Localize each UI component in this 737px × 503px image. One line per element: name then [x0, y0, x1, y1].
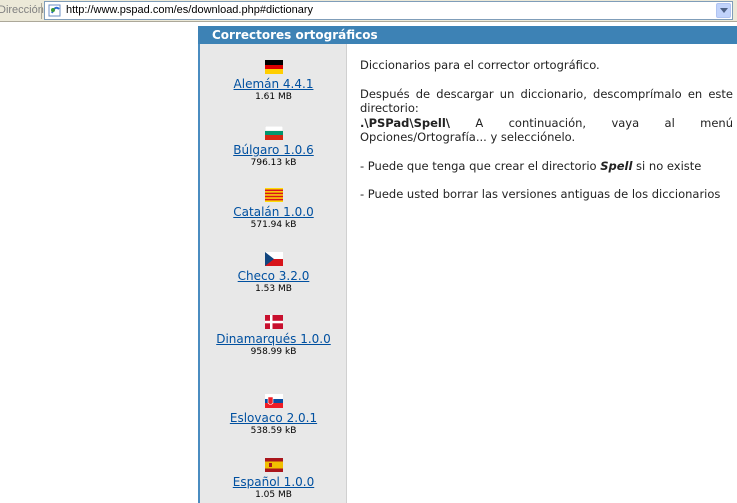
page-icon	[48, 4, 61, 17]
dictionary-size: 1.53 MB	[255, 284, 292, 294]
dictionary-item: Español 1.0.0 1.05 MB	[200, 458, 347, 501]
note1-suffix: si no existe	[632, 158, 702, 173]
dictionary-link[interactable]: Dinamarqués 1.0.0	[200, 332, 347, 346]
section-header: Correctores ortográficos	[198, 26, 737, 44]
address-url[interactable]: http://www.pspad.com/es/download.php#dic…	[66, 4, 313, 16]
dictionary-sidebar: Alemán 4.4.1 1.61 MB Búlgaro 1.0.6 796.1…	[200, 44, 347, 503]
address-label: Dirección	[0, 4, 44, 16]
dictionary-size: 538.59 kB	[250, 426, 297, 436]
note1-prefix: - Puede que tenga que crear el directori…	[360, 158, 601, 173]
dictionary-link[interactable]: Checo 3.2.0	[200, 269, 347, 283]
dictionary-size: 958.99 kB	[250, 347, 297, 357]
catalonia-flag-icon	[264, 188, 283, 202]
note-create-dir: - Puede que tenga que crear el directori…	[360, 159, 733, 174]
dictionary-item: Checo 3.2.0 1.53 MB	[200, 252, 347, 295]
address-separator	[41, 3, 42, 19]
chevron-down-icon	[720, 8, 728, 13]
address-input[interactable]: http://www.pspad.com/es/download.php#dic…	[44, 1, 733, 20]
address-dropdown-button[interactable]	[716, 3, 731, 18]
denmark-flag-icon	[264, 315, 283, 329]
install-instructions: Después de descargar un diccionario, des…	[360, 87, 733, 145]
slovakia-flag-icon	[264, 394, 283, 408]
dictionary-link[interactable]: Catalán 1.0.0	[200, 205, 347, 219]
bulgaria-flag-icon	[264, 126, 283, 140]
note-delete-old: - Puede usted borrar las versiones antig…	[360, 187, 721, 201]
install-path: .\PSPad\Spell\	[360, 115, 450, 130]
dictionary-item: Alemán 4.4.1 1.61 MB	[200, 60, 347, 103]
dictionary-link[interactable]: Alemán 4.4.1	[200, 77, 347, 91]
dictionary-item: Catalán 1.0.0 571.94 kB	[200, 188, 347, 231]
dictionary-size: 571.94 kB	[250, 220, 297, 230]
dictionary-link[interactable]: Búlgaro 1.0.6	[200, 143, 347, 157]
note1-em: Spell	[600, 158, 633, 173]
spain-flag-icon	[264, 458, 283, 472]
dictionary-item: Eslovaco 2.0.1 538.59 kB	[200, 394, 347, 437]
dictionary-link[interactable]: Eslovaco 2.0.1	[200, 411, 347, 425]
dictionary-item: Dinamarqués 1.0.0 958.99 kB	[200, 315, 347, 358]
section-title: Correctores ortográficos	[212, 28, 378, 42]
dictionary-size: 1.61 MB	[255, 92, 292, 102]
dictionary-size: 796.13 kB	[250, 158, 297, 168]
intro-text: Diccionarios para el corrector ortográfi…	[360, 58, 600, 72]
install-prefix: Después de descargar un diccionario, des…	[360, 86, 733, 116]
germany-flag-icon	[264, 60, 283, 74]
dictionary-link[interactable]: Español 1.0.0	[200, 475, 347, 489]
dictionary-size: 1.05 MB	[255, 490, 292, 500]
czech-flag-icon	[264, 252, 283, 266]
address-bar: Dirección http://www.pspad.com/es/downlo…	[0, 0, 737, 22]
main-content: Diccionarios para el corrector ortográfi…	[360, 58, 733, 216]
dictionary-item: Búlgaro 1.0.6 796.13 kB	[200, 126, 347, 169]
